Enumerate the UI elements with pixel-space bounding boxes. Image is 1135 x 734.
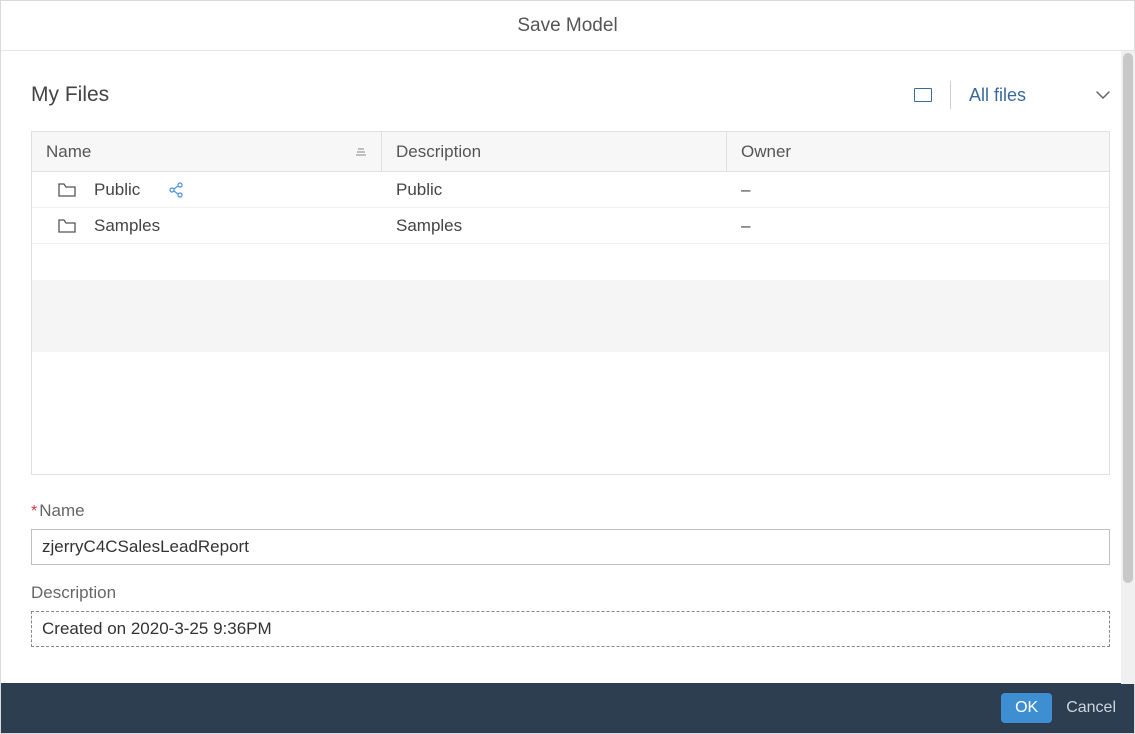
column-header-name[interactable]: Name [32, 132, 382, 171]
row-owner: – [741, 216, 750, 236]
filter-group: All files [914, 81, 1110, 109]
table-row[interactable]: Public Public – [32, 172, 1109, 208]
row-owner: – [741, 180, 750, 200]
sort-ascending-icon [355, 147, 367, 157]
row-name: Samples [94, 216, 160, 236]
row-description: Samples [396, 216, 462, 236]
dialog-body: My Files All files Name [1, 51, 1134, 683]
required-star-icon: * [31, 503, 37, 520]
description-field-label: Description [31, 583, 1110, 603]
column-header-owner[interactable]: Owner [727, 132, 1109, 171]
column-header-owner-label: Owner [741, 142, 791, 162]
file-table: Name Description Owner [31, 131, 1110, 475]
file-filter-label: All files [969, 85, 1026, 106]
folder-icon [58, 219, 76, 233]
dialog-title: Save Model [1, 1, 1134, 51]
breadcrumb[interactable]: My Files [31, 83, 109, 107]
new-folder-icon[interactable] [914, 88, 932, 102]
browser-header-row: My Files All files [31, 81, 1110, 109]
row-name: Public [94, 180, 140, 200]
ok-button[interactable]: OK [1001, 693, 1052, 723]
save-model-dialog: Save Model My Files All files Name [0, 0, 1135, 734]
form-area: *Name Description [31, 501, 1110, 647]
table-row[interactable]: Samples Samples – [32, 208, 1109, 244]
empty-area [32, 244, 1109, 474]
column-header-name-label: Name [46, 142, 91, 162]
folder-icon [58, 183, 76, 197]
dialog-footer: OK Cancel [1, 683, 1134, 733]
name-field-label: *Name [31, 501, 1110, 521]
scrollbar-track[interactable] [1121, 51, 1135, 684]
description-input[interactable] [31, 611, 1110, 647]
column-header-description[interactable]: Description [382, 132, 727, 171]
chevron-down-icon [1096, 88, 1110, 102]
file-filter-dropdown[interactable]: All files [969, 85, 1110, 106]
scrollbar-thumb[interactable] [1123, 53, 1133, 583]
share-icon [168, 182, 184, 198]
column-header-description-label: Description [396, 142, 481, 162]
table-header-row: Name Description Owner [32, 132, 1109, 172]
row-description: Public [396, 180, 442, 200]
vertical-divider [950, 81, 951, 109]
name-input[interactable] [31, 529, 1110, 565]
cancel-button[interactable]: Cancel [1066, 699, 1116, 717]
